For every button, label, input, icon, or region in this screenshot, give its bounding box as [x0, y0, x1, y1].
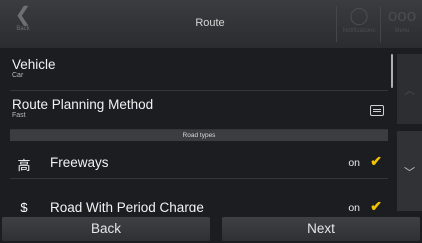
- period-charge-toggle-row[interactable]: $ Road With Period Charge on ✔: [10, 194, 388, 212]
- menu-label: Menu: [394, 28, 410, 34]
- notifications-label: Notifications: [342, 28, 376, 34]
- menu-icon: ooo: [387, 6, 417, 25]
- back-button[interactable]: Back: [2, 217, 210, 241]
- header-bar: ❮ Back Route ◯ Notifications ooo Menu: [0, 0, 422, 48]
- route-planning-method-row[interactable]: Route Planning Method Fast: [10, 91, 388, 130]
- freeways-toggle-row[interactable]: ⾼ Freeways on ✔: [10, 147, 388, 179]
- checkmark-icon: ✔: [370, 153, 382, 169]
- scroll-down-button[interactable]: ﹀: [397, 131, 422, 211]
- header-back-label: Back: [16, 26, 30, 32]
- vehicle-label: Vehicle: [12, 57, 56, 72]
- message-icon: [370, 105, 384, 116]
- header-back-button[interactable]: ❮ Back: [6, 4, 40, 46]
- checkmark-icon: ✔: [370, 198, 382, 212]
- page-title: Route: [195, 17, 225, 29]
- route-planning-method-value: Fast: [12, 112, 26, 119]
- next-button[interactable]: Next: [222, 217, 420, 241]
- chevron-left-icon: ❮: [14, 4, 32, 26]
- header-divider: [336, 6, 337, 42]
- freeways-state: on: [348, 157, 360, 169]
- road-types-section-header: Road types: [10, 130, 388, 141]
- freeways-label: Freeways: [50, 155, 109, 170]
- settings-list: Vehicle Car Route Planning Method Fast R…: [10, 49, 388, 212]
- period-charge-state: on: [348, 202, 360, 212]
- vehicle-value: Car: [12, 72, 24, 79]
- period-charge-label: Road With Period Charge: [50, 200, 204, 212]
- header-divider: [380, 6, 381, 42]
- speech-bubble-icon: ◯: [349, 6, 369, 25]
- chevron-down-icon: ﹀: [404, 167, 415, 179]
- freeway-icon: ⾼: [17, 158, 31, 173]
- toll-period-charge-icon: $: [20, 200, 28, 212]
- menu-button[interactable]: ooo Menu: [383, 4, 421, 44]
- chevron-up-icon: ︿: [404, 85, 415, 97]
- route-planning-method-label: Route Planning Method: [12, 97, 154, 112]
- notifications-button[interactable]: ◯ Notifications: [340, 4, 378, 44]
- vehicle-setting-row[interactable]: Vehicle Car: [10, 49, 388, 91]
- scroll-up-button[interactable]: ︿: [397, 54, 422, 124]
- footer-bar: Back Next: [0, 215, 422, 243]
- list-scrollbar[interactable]: [391, 54, 393, 88]
